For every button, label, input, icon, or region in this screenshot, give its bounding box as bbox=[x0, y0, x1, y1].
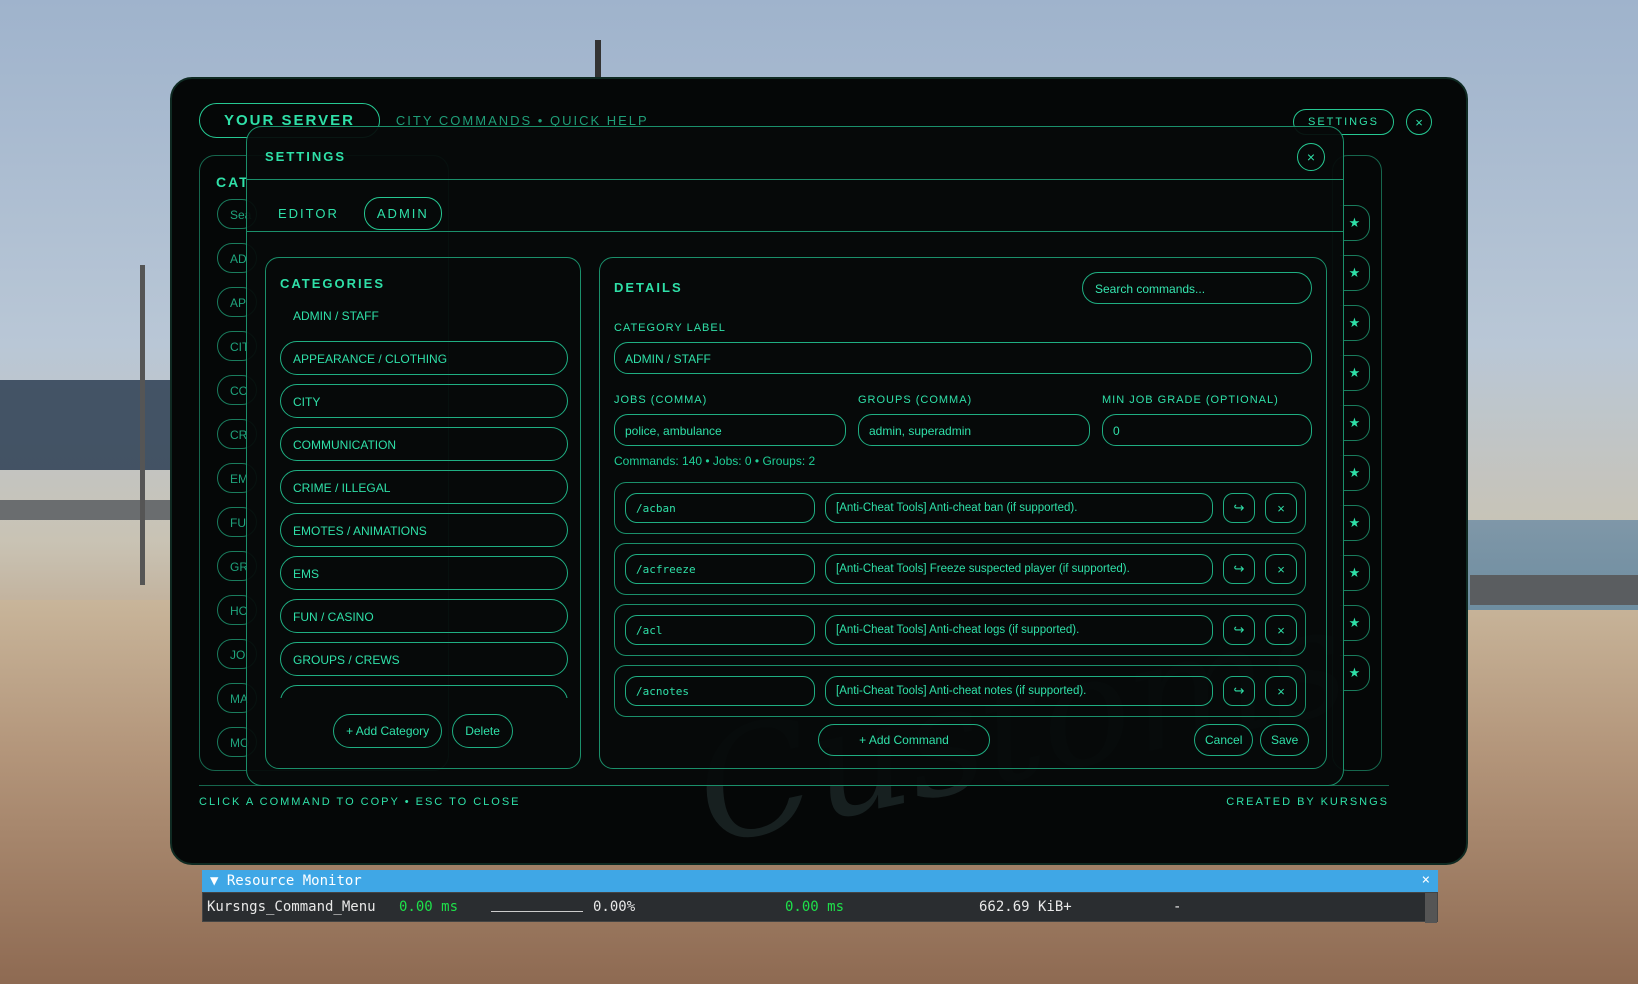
favorite-star-icon[interactable]: ★ bbox=[1340, 405, 1370, 441]
favorite-star-icon[interactable]: ★ bbox=[1340, 655, 1370, 691]
settings-tabs: EDITOR ADMIN bbox=[265, 197, 442, 230]
favorite-star-icon[interactable]: ★ bbox=[1340, 255, 1370, 291]
save-button[interactable]: Save bbox=[1260, 724, 1310, 756]
remove-command-icon[interactable]: × bbox=[1265, 676, 1297, 706]
min-grade-input[interactable]: 0 bbox=[1102, 414, 1312, 446]
footer-hint: CLICK A COMMAND TO COPY • ESC TO CLOSE bbox=[199, 796, 521, 808]
command-name-input[interactable]: /acnotes bbox=[625, 676, 815, 706]
resource-ms-avg: 0.00 ms bbox=[785, 899, 845, 915]
remove-command-icon[interactable]: × bbox=[1265, 493, 1297, 523]
favorite-star-icon[interactable]: ★ bbox=[1340, 455, 1370, 491]
resource-graph-line bbox=[491, 911, 583, 912]
category-label-title: CATEGORY LABEL bbox=[614, 322, 726, 334]
command-description-input[interactable]: [Anti-Cheat Tools] Anti-cheat notes (if … bbox=[825, 676, 1213, 706]
cancel-button[interactable]: Cancel bbox=[1194, 724, 1254, 756]
main-footer: CLICK A COMMAND TO COPY • ESC TO CLOSE C… bbox=[199, 785, 1389, 808]
category-item[interactable]: COMMUNICATION bbox=[280, 427, 568, 461]
resource-monitor-title: Resource Monitor bbox=[226, 873, 362, 889]
category-label-input[interactable]: ADMIN / STAFF bbox=[614, 342, 1312, 374]
resource-monitor-close-icon[interactable]: × bbox=[1422, 872, 1430, 888]
resource-cpu: 0.00% bbox=[593, 899, 636, 915]
command-name-input[interactable]: /acl bbox=[625, 615, 815, 645]
categories-panel: CATEGORIES ADMIN / STAFF APPEARANCE / CLO… bbox=[265, 257, 581, 769]
favorite-star-icon[interactable]: ★ bbox=[1340, 555, 1370, 591]
category-item[interactable]: FUN / CASINO bbox=[280, 599, 568, 633]
favorite-star-icon[interactable]: ★ bbox=[1340, 355, 1370, 391]
command-name-input[interactable]: /acban bbox=[625, 493, 815, 523]
category-item[interactable]: CITY bbox=[280, 384, 568, 418]
jobs-input[interactable]: police, ambulance bbox=[614, 414, 846, 446]
add-category-button[interactable]: + Add Category bbox=[333, 714, 443, 748]
footer-credit: CREATED BY KURSNGS bbox=[1226, 796, 1389, 808]
command-description-input[interactable]: [Anti-Cheat Tools] Freeze suspected play… bbox=[825, 554, 1213, 584]
resource-scrollbar[interactable] bbox=[1425, 893, 1437, 923]
remove-command-icon[interactable]: × bbox=[1265, 554, 1297, 584]
command-name-input[interactable]: /acfreeze bbox=[625, 554, 815, 584]
background-lamp-left bbox=[140, 265, 145, 585]
resource-row: Kursngs_Command_Menu 0.00 ms 0.00% 0.00 … bbox=[202, 892, 1438, 923]
groups-input[interactable]: admin, superadmin bbox=[858, 414, 1090, 446]
move-command-icon[interactable]: ↪ bbox=[1223, 554, 1255, 584]
collapse-arrow-icon[interactable]: ▼ bbox=[210, 873, 218, 889]
background-rail bbox=[0, 500, 180, 520]
category-actions: + Add Category Delete bbox=[266, 714, 580, 748]
settings-title: SETTINGS bbox=[265, 149, 347, 164]
command-stats: Commands: 140 • Jobs: 0 • Groups: 2 bbox=[614, 454, 816, 468]
category-item[interactable]: APPEARANCE / CLOTHING bbox=[280, 341, 568, 375]
move-command-icon[interactable]: ↪ bbox=[1223, 615, 1255, 645]
tab-admin[interactable]: ADMIN bbox=[363, 197, 442, 230]
category-item[interactable]: EMOTES / ANIMATIONS bbox=[280, 513, 568, 547]
favorite-star-icon[interactable]: ★ bbox=[1340, 605, 1370, 641]
resource-monitor-header[interactable]: ▼ Resource Monitor × bbox=[202, 870, 1438, 892]
settings-divider-tabs bbox=[247, 231, 1343, 232]
search-commands-input[interactable]: Search commands... bbox=[1082, 272, 1312, 304]
category-item[interactable]: EMS bbox=[280, 556, 568, 590]
command-description-input[interactable]: [Anti-Cheat Tools] Anti-cheat logs (if s… bbox=[825, 615, 1213, 645]
command-row: /acnotes [Anti-Cheat Tools] Anti-cheat no… bbox=[614, 665, 1306, 717]
jobs-title: JOBS (COMMA) bbox=[614, 394, 708, 406]
move-command-icon[interactable]: ↪ bbox=[1223, 493, 1255, 523]
resource-monitor: ▼ Resource Monitor × Kursngs_Command_Men… bbox=[202, 870, 1438, 923]
favorite-star-icon[interactable]: ★ bbox=[1340, 305, 1370, 341]
settings-modal: SETTINGS × EDITOR ADMIN CATEGORIES ADMIN… bbox=[246, 126, 1344, 786]
resource-memory: 662.69 KiB+ bbox=[979, 899, 1072, 915]
background-rail-right bbox=[1470, 575, 1638, 605]
groups-title: GROUPS (COMMA) bbox=[858, 394, 973, 406]
background-lamp bbox=[595, 40, 601, 80]
categories-title: CATEGORIES bbox=[280, 276, 385, 291]
command-row: /acl [Anti-Cheat Tools] Anti-cheat logs (… bbox=[614, 604, 1306, 656]
category-item[interactable]: HOUSING / PROPERTY bbox=[280, 685, 568, 698]
settings-divider-top bbox=[247, 179, 1343, 180]
delete-category-button[interactable]: Delete bbox=[452, 714, 513, 748]
categories-list: ADMIN / STAFF APPEARANCE / CLOTHING CITY CO… bbox=[280, 298, 568, 698]
command-row: /acban [Anti-Cheat Tools] Anti-cheat ban … bbox=[614, 482, 1306, 534]
category-item[interactable]: CRIME / ILLEGAL bbox=[280, 470, 568, 504]
add-command-button[interactable]: + Add Command bbox=[818, 724, 990, 756]
category-item[interactable]: ADMIN / STAFF bbox=[280, 298, 568, 332]
close-icon[interactable]: × bbox=[1406, 109, 1432, 135]
command-description-input[interactable]: [Anti-Cheat Tools] Anti-cheat ban (if su… bbox=[825, 493, 1213, 523]
move-command-icon[interactable]: ↪ bbox=[1223, 676, 1255, 706]
category-item[interactable]: GROUPS / CREWS bbox=[280, 642, 568, 676]
min-grade-title: MIN JOB GRADE (OPTIONAL) bbox=[1102, 394, 1279, 406]
favorite-star-icon[interactable]: ★ bbox=[1340, 205, 1370, 241]
categories-label-behind: CAT bbox=[216, 174, 250, 190]
resource-name: Kursngs_Command_Menu bbox=[207, 899, 376, 915]
settings-close-icon[interactable]: × bbox=[1297, 143, 1325, 171]
details-panel: DETAILS Search commands... CATEGORY LABE… bbox=[599, 257, 1327, 769]
favorite-star-icon[interactable]: ★ bbox=[1340, 505, 1370, 541]
tab-editor[interactable]: EDITOR bbox=[265, 197, 352, 230]
details-title: DETAILS bbox=[614, 280, 683, 295]
command-row: /acfreeze [Anti-Cheat Tools] Freeze suspe… bbox=[614, 543, 1306, 595]
resource-ms: 0.00 ms bbox=[399, 899, 459, 915]
remove-command-icon[interactable]: × bbox=[1265, 615, 1297, 645]
resource-extra: - bbox=[1173, 899, 1182, 915]
